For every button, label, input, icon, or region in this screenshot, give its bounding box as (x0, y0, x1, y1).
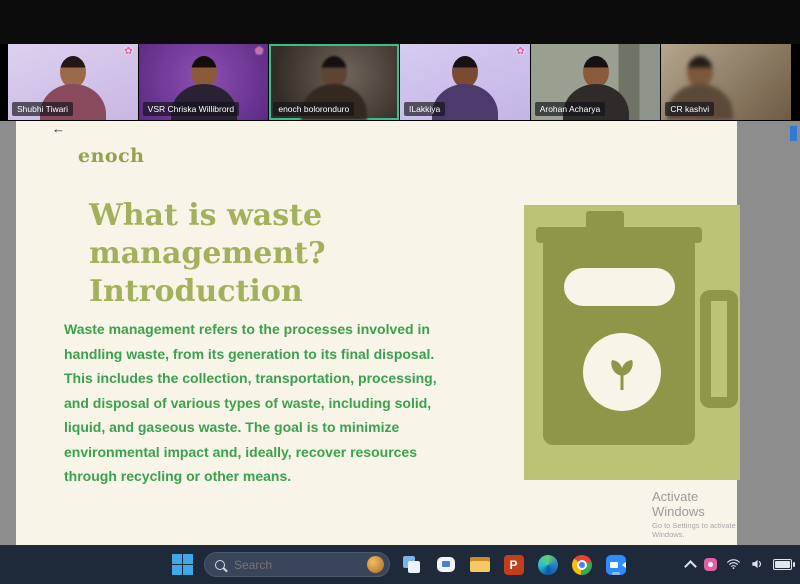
slide-title-line: management? (89, 236, 326, 271)
can-handle (700, 290, 738, 408)
participant-name: VSR Chriska Willibrord (142, 101, 240, 116)
participant-tile[interactable]: CR kashvi (661, 44, 792, 120)
start-pane (183, 554, 193, 564)
slide-body-line: liquid, and gaseous waste. The goal is t… (64, 419, 400, 435)
edge-icon (537, 554, 558, 575)
watermark-subtitle: Go to Settings to activate Windows. (652, 521, 736, 539)
edge-button[interactable] (536, 553, 559, 576)
taskbar-search[interactable] (204, 552, 390, 577)
scrollbar-thumb[interactable] (790, 126, 797, 141)
participant-tile[interactable]: ✿ VSR Chriska Willibrord (138, 44, 269, 120)
video-strip: ✿ Shubhi Tiwari ✿ VSR Chriska Willibrord… (0, 44, 800, 121)
can-label (564, 268, 675, 306)
task-view-button[interactable] (400, 553, 423, 576)
participant-name: Shubhi Tiwari (12, 101, 74, 116)
chrome-icon (571, 554, 592, 575)
file-explorer-icon (469, 557, 490, 572)
powerpoint-button[interactable]: P (502, 553, 525, 576)
slide-body-line: and disposal of various types of waste, … (64, 394, 432, 411)
slide-body-line: through recycling or other means. (64, 468, 292, 484)
waste-can-illustration (543, 235, 695, 445)
participant-tile[interactable]: Arohan Acharya (530, 44, 661, 120)
watermark-title: Activate Windows (652, 489, 705, 519)
screen: ✿ Shubhi Tiwari ✿ VSR Chriska Willibrord… (0, 0, 800, 584)
slide-body-line: This includes the collection, transporta… (64, 370, 437, 386)
slide-title-line: Introduction (89, 274, 303, 309)
running-indicator (611, 572, 620, 575)
participant-tile[interactable]: ✿ ILakkiya (400, 44, 530, 120)
search-icon (215, 559, 225, 570)
chat-icon (436, 557, 455, 572)
slide-body-line: environmental impact and, ideally, recov… (64, 443, 417, 460)
slide-title: What is waste management? Introduction (89, 197, 326, 311)
slide-body-line: handling waste, from its generation to i… (64, 345, 435, 362)
volume-icon[interactable] (750, 557, 764, 571)
participant-name: enoch boloronduro (273, 101, 355, 116)
zoom-app-button[interactable] (604, 553, 627, 576)
participant-name: Arohan Acharya (534, 101, 606, 116)
participant-name: ILakkiya (404, 101, 446, 116)
system-tray (684, 554, 795, 574)
shared-screen-area: ← enoch What is waste management? Introd… (0, 121, 800, 545)
participant-tile[interactable]: ✿ Shubhi Tiwari (8, 44, 138, 120)
presenter-label: enoch (78, 145, 145, 167)
participant-tile-active-speaker[interactable]: enoch boloronduro (269, 44, 400, 120)
taskbar: P (0, 545, 800, 584)
leaf-icon (611, 360, 633, 390)
tray-chevron-icon[interactable] (684, 559, 697, 573)
participant-name: CR kashvi (665, 101, 715, 116)
chrome-button[interactable] (570, 553, 593, 576)
slide-title-line: What is waste (89, 198, 323, 233)
plant-badge (583, 333, 661, 411)
start-pane (183, 565, 193, 575)
brand-logo-icon: ✿ (124, 46, 133, 57)
wifi-icon[interactable] (726, 557, 741, 571)
brand-logo-icon: ✿ (516, 46, 525, 57)
search-input[interactable] (232, 556, 360, 573)
start-pane (172, 554, 182, 564)
chat-button[interactable] (434, 553, 457, 576)
search-highlight-icon (367, 556, 384, 573)
battery-icon[interactable] (773, 558, 795, 570)
slide-body-line: Waste management refers to the processes… (64, 321, 430, 337)
powerpoint-icon: P (503, 554, 524, 575)
illustration-panel (524, 205, 740, 480)
start-pane (172, 565, 182, 575)
tray-app-icon[interactable] (704, 557, 717, 571)
file-explorer-button[interactable] (468, 553, 491, 576)
presentation-slide: ← enoch What is waste management? Introd… (16, 121, 740, 545)
zoom-window-top (0, 0, 800, 44)
start-button[interactable] (172, 554, 193, 575)
brand-logo-icon: ✿ (254, 46, 264, 57)
activate-windows-watermark: Activate Windows Go to Settings to activ… (652, 489, 737, 539)
slide-body-text: Waste management refers to the processes… (64, 317, 542, 489)
back-arrow-icon[interactable]: ← (52, 121, 65, 136)
